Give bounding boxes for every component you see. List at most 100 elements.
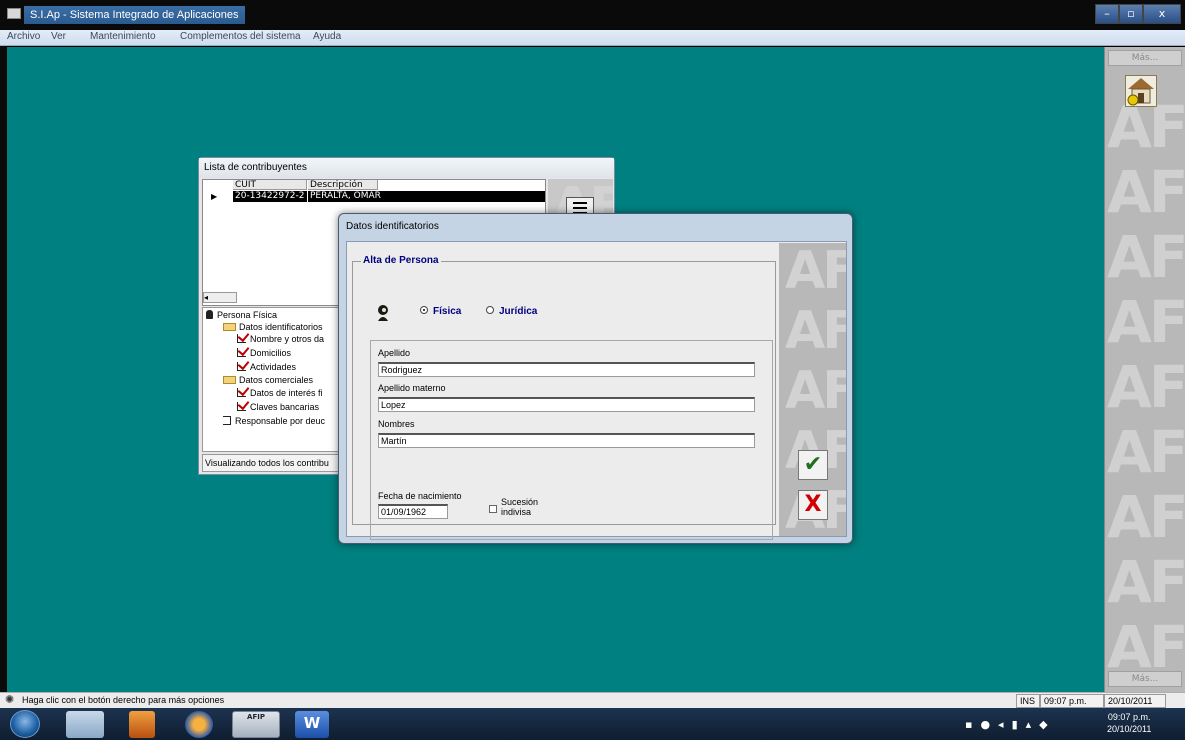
nombres-field[interactable]: Martín (378, 433, 755, 448)
radio-fisica[interactable]: Física (420, 306, 461, 317)
taskbar-clock[interactable]: 09:07 p.m. 20/10/2011 (1107, 711, 1151, 735)
tree-claves[interactable]: Claves bancarias (237, 402, 319, 413)
menu-archivo[interactable]: Archivo (7, 31, 40, 42)
watermark: AFIP (1107, 418, 1185, 486)
status-bar: ✺ Haga clic con el botón derecho para má… (0, 692, 1185, 708)
window-title: S.I.Ap - Sistema Integrado de Aplicacion… (24, 6, 245, 24)
fecha-nacimiento-label: Fecha de nacimiento (378, 491, 462, 501)
nombres-label: Nombres (378, 419, 415, 429)
word-taskbar-icon[interactable]: W (295, 711, 329, 738)
tree-label: Responsable por deuc (235, 416, 326, 426)
watermark: AFIP (1107, 613, 1185, 681)
tree-label: Domicilios (250, 348, 292, 358)
ins-indicator: INS (1016, 694, 1040, 708)
check-icon (237, 348, 246, 357)
tree-datos-comerciales[interactable]: Datos comerciales (223, 375, 313, 386)
window-frame (0, 46, 7, 692)
status-date: 20/10/2011 (1104, 694, 1166, 708)
radio-juridica[interactable]: Jurídica (486, 306, 537, 317)
app-icon (7, 8, 21, 19)
folder-icon (223, 323, 236, 331)
status-time: 09:07 p.m. (1040, 694, 1104, 708)
status-hint: Haga clic con el botón derecho para más … (22, 695, 225, 705)
radio-dot (420, 306, 428, 314)
check-icon (237, 402, 246, 411)
table-row[interactable]: ▶ 20-13422972-2 PERALTA, OMAR (203, 191, 545, 202)
menu-complementos[interactable]: Complementos del sistema (180, 31, 301, 42)
apellido-materno-field[interactable]: Lopez (378, 397, 755, 412)
apellido-materno-label: Apellido materno (378, 383, 446, 393)
datos-identificatorios-dialog: Datos identificatorios AF AF AF AF AF Al… (338, 213, 853, 544)
box-icon (223, 416, 231, 425)
radio-label: Jurídica (499, 306, 538, 317)
tree-label: Datos comerciales (239, 375, 314, 385)
column-descripcion[interactable]: Descripción (308, 180, 378, 190)
tree-datos-identificatorios[interactable]: Datos identificatorios (223, 322, 323, 333)
person-icon (206, 310, 213, 319)
watermark: AF (785, 361, 846, 421)
menu-mantenimiento[interactable]: Mantenimiento (90, 31, 156, 42)
siap-taskbar-icon[interactable]: AFIP (232, 711, 280, 738)
clock-time: 09:07 p.m. (1107, 712, 1151, 722)
side-panel: Más... AFIP AFIP AFIP AFIP AFIP AFIP AFI… (1104, 47, 1185, 692)
tree-actividades[interactable]: Actividades (237, 362, 296, 373)
dialog-body: AF AF AF AF AF Alta de Persona Física Ju… (346, 241, 847, 540)
apellido-label: Apellido (378, 348, 411, 358)
radio-label: Física (433, 306, 462, 317)
start-button[interactable] (10, 710, 40, 738)
house-icon[interactable] (1125, 75, 1157, 107)
tree-label: Claves bancarias (250, 402, 320, 412)
mas-top-button[interactable]: Más... (1108, 50, 1182, 66)
horizontal-scrollbar[interactable]: ◂ (203, 292, 237, 303)
explorer-taskbar-icon[interactable] (66, 711, 104, 738)
datos-fieldset: Apellido Rodriguez Apellido materno Lope… (370, 340, 773, 540)
row-pointer-icon: ▶ (211, 192, 218, 201)
watermark: AFIP (1107, 548, 1185, 616)
watermark: AFIP (1107, 288, 1185, 356)
system-tray-icons[interactable]: ▪●◂▮▴◆ (965, 718, 1056, 731)
cell-cuit[interactable]: 20-13422972-2 (233, 191, 307, 202)
menu-ayuda[interactable]: Ayuda (313, 31, 341, 42)
tree-label: Datos identificatorios (239, 322, 323, 332)
watermark: AF (785, 243, 846, 301)
taskbar: AFIP W ▪●◂▮▴◆ 09:07 p.m. 20/10/2011 (0, 708, 1185, 740)
check-icon (237, 334, 246, 343)
cancel-button[interactable]: X (798, 490, 828, 520)
tree-nombre[interactable]: Nombre y otros da (237, 334, 324, 345)
person-icon (378, 305, 388, 321)
cell-descripcion[interactable]: PERALTA, OMAR (308, 191, 545, 202)
dialog-title: Datos identificatorios (346, 221, 439, 232)
firefox-taskbar-icon[interactable] (185, 711, 213, 738)
alta-persona-group: Alta de Persona Física Jurídica Apellido… (352, 255, 776, 540)
tree-responsable[interactable]: Responsable por deuc (223, 416, 325, 427)
menu-bar: Archivo Ver Mantenimiento Complementos d… (0, 30, 1185, 46)
menu-ver[interactable]: Ver (51, 31, 66, 42)
radio-dot (486, 306, 494, 314)
mas-bottom-button[interactable]: Más... (1108, 671, 1182, 687)
column-cuit[interactable]: CUIT (233, 180, 307, 190)
tree-datos-interes[interactable]: Datos de interés fi (237, 388, 323, 399)
maximize-button[interactable]: ▫ (1119, 4, 1143, 24)
sucesion-line: indivisa (501, 507, 532, 517)
clock-date: 20/10/2011 (1107, 724, 1152, 734)
minimize-button[interactable]: – (1095, 4, 1119, 24)
watermark: AFIP (1107, 223, 1185, 291)
check-icon (237, 362, 246, 371)
apellido-field[interactable]: Rodriguez (378, 362, 755, 377)
watermark: AFIP (1107, 353, 1185, 421)
confirm-button[interactable]: ✔ (798, 450, 828, 480)
fecha-nacimiento-field[interactable]: 01/09/1962 (378, 504, 448, 519)
tree-root[interactable]: Persona Física (206, 310, 277, 321)
tree-domicilios[interactable]: Domicilios (237, 348, 291, 359)
watermark: AFIP (1107, 158, 1185, 226)
title-bar: S.I.Ap - Sistema Integrado de Aplicacion… (0, 0, 1185, 30)
sucesion-line: Sucesión (501, 497, 539, 507)
group-legend: Alta de Persona (361, 255, 441, 266)
check-icon (237, 388, 246, 397)
watermark: AF (785, 301, 846, 361)
sucesion-checkbox[interactable] (489, 505, 497, 513)
close-button[interactable]: x (1143, 4, 1181, 24)
lightbulb-icon: ✺ (5, 693, 15, 706)
media-player-taskbar-icon[interactable] (129, 711, 155, 738)
tree-label: Actividades (250, 362, 297, 372)
